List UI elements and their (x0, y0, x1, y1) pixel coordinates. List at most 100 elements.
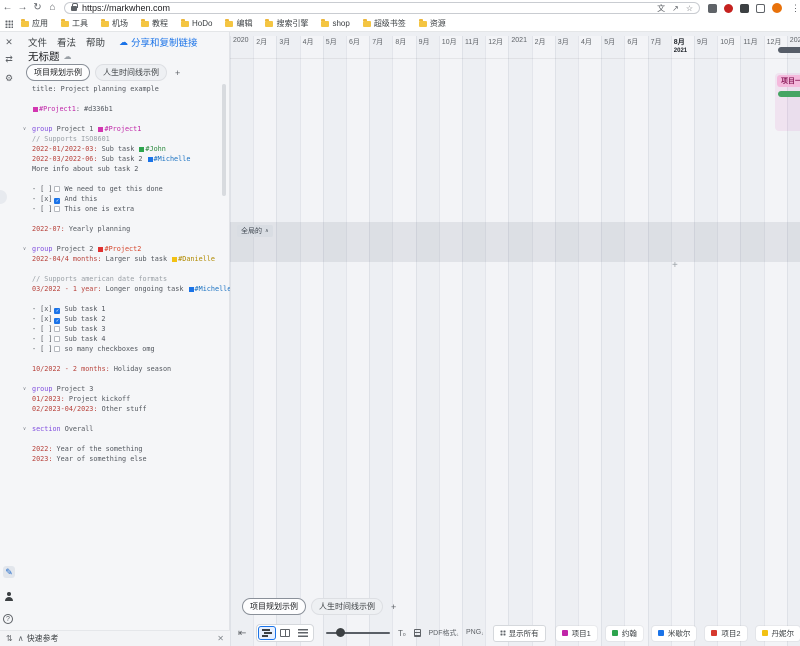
view-calendar-button[interactable] (276, 626, 294, 640)
code-line[interactable]: - [x]✓ Sub task 1 (25, 304, 225, 314)
view-list-button[interactable] (294, 626, 312, 640)
code-line[interactable]: 10/2022 - 2 months: Holiday season (25, 364, 225, 374)
edit-pencil-icon[interactable]: ✎ (3, 566, 15, 578)
extensions-puzzle-icon[interactable] (740, 4, 749, 13)
tab-item[interactable]: 人生时间线示例 (95, 64, 167, 81)
bookmark-item[interactable]: 教程 (141, 18, 168, 29)
panel-handle[interactable] (0, 190, 7, 204)
help-icon[interactable]: ? (3, 614, 13, 624)
code-line[interactable] (25, 214, 225, 224)
code-editor[interactable]: title: Project planning example #Project1… (25, 84, 225, 464)
tab-groups-icon[interactable] (756, 4, 765, 13)
translate-icon[interactable]: 文 (657, 3, 665, 14)
bookmark-star-icon[interactable]: ☆ (686, 4, 693, 13)
code-line[interactable]: - [x]✓ And this (25, 194, 225, 204)
fold-arrow-icon[interactable]: ∨ (23, 384, 26, 394)
legend-item[interactable]: 丹妮尔 (756, 626, 800, 641)
sort-icon[interactable]: ⇅ (6, 634, 13, 643)
bookmark-item[interactable]: HoDo (181, 19, 212, 28)
section-collapse-pill[interactable]: 全局的 ∧ (237, 225, 273, 237)
browser-menu-icon[interactable]: ⋮ (791, 3, 800, 14)
bookmark-item[interactable]: 超级书签 (363, 18, 406, 29)
code-line[interactable]: ∨group Project 1 #Project1 (25, 124, 225, 134)
menu-item-看法[interactable]: 看法 (57, 35, 76, 49)
bookmark-item[interactable]: shop (321, 19, 349, 28)
code-line[interactable]: 2022: Year of the something (25, 444, 225, 454)
view-timeline-button[interactable] (258, 626, 276, 640)
code-line[interactable]: // Supports ISO8601 (25, 134, 225, 144)
code-line[interactable]: title: Project planning example (25, 84, 225, 94)
swap-panels-icon[interactable]: ⇄ (3, 53, 15, 65)
fold-arrow-icon[interactable]: ∨ (23, 244, 26, 254)
fold-arrow-icon[interactable]: ∨ (23, 424, 26, 434)
code-line[interactable]: - [ ] We need to get this done (25, 184, 225, 194)
forward-icon[interactable]: → (15, 0, 30, 16)
code-line[interactable]: - [x]✓ Sub task 2 (25, 314, 225, 324)
legend-item[interactable]: 项目1 (556, 626, 597, 641)
code-line[interactable]: - [ ] This one is extra (25, 204, 225, 214)
tab-item[interactable]: 人生时间线示例 (311, 598, 383, 615)
profile-icon[interactable] (5, 592, 13, 602)
document-title[interactable]: 无标题 (28, 49, 60, 64)
code-line[interactable]: 2022-07: Yearly planning (25, 224, 225, 234)
export-pdf-button[interactable]: PDF格式↓ (428, 628, 459, 638)
code-line[interactable]: 2023: Year of something else (25, 454, 225, 464)
code-line[interactable]: #Project1: #d336b1 (25, 104, 225, 114)
code-line[interactable] (25, 174, 225, 184)
address-bar[interactable]: https://markwhen.com 文 ↗ ☆ (64, 2, 700, 14)
fold-arrow-icon[interactable]: ∨ (23, 124, 26, 134)
code-line[interactable]: - [ ] so many checkboxes omg (25, 344, 225, 354)
slider-knob[interactable] (336, 628, 345, 637)
bookmark-item[interactable]: 编辑 (225, 18, 252, 29)
url-text[interactable]: https://markwhen.com (82, 3, 650, 13)
bookmark-item[interactable]: 搜索引擎 (265, 18, 308, 29)
code-line[interactable]: 2022-01/2022-03: Sub task #John (25, 144, 225, 154)
text-size-icon[interactable]: To (398, 629, 406, 638)
code-line[interactable] (25, 234, 225, 244)
collapse-left-icon[interactable]: ⇤ (238, 628, 246, 639)
code-line[interactable] (25, 264, 225, 274)
code-line[interactable] (25, 414, 225, 424)
rows-icon[interactable] (414, 629, 422, 637)
code-line[interactable]: - [ ] Sub task 4 (25, 334, 225, 344)
export-png-button[interactable]: PNG↓ (466, 629, 484, 637)
profile-avatar[interactable] (772, 3, 782, 13)
share-copy-link-button[interactable]: ☁ 分享和复制链接 (119, 35, 198, 49)
code-line[interactable]: More info about sub task 2 (25, 164, 225, 174)
code-line[interactable]: - [ ] Sub task 3 (25, 324, 225, 334)
bookmark-item[interactable]: 应用 (21, 18, 48, 29)
apps-grid-icon[interactable] (5, 20, 13, 28)
code-line[interactable]: 01/2023: Project kickoff (25, 394, 225, 404)
timeline-panel[interactable]: 20202月3月4月5月6月7月8月9月10月11月12月20212月3月4月5… (230, 32, 800, 646)
back-icon[interactable]: ← (0, 0, 15, 16)
code-line[interactable] (25, 354, 225, 364)
editor-scrollbar[interactable] (222, 84, 226, 196)
code-line[interactable] (25, 94, 225, 104)
code-line[interactable]: // Supports american date formats (25, 274, 225, 284)
code-line[interactable]: ∨section Overall (25, 424, 225, 434)
bookmark-item[interactable]: 资源 (419, 18, 446, 29)
event-bar-subtask-john[interactable] (778, 91, 800, 97)
code-line[interactable] (25, 374, 225, 384)
refresh-icon[interactable]: ↻ (30, 0, 45, 16)
tab-item[interactable]: 项目规划示例 (26, 64, 90, 81)
menu-item-文件[interactable]: 文件 (28, 35, 47, 49)
code-line[interactable]: 2022-03/2022-06: Sub task 2 #Michelle (25, 154, 225, 164)
zoom-slider[interactable] (326, 627, 390, 639)
legend-item[interactable]: 米歇尔 (652, 626, 697, 641)
legend-item[interactable]: 项目2 (705, 626, 746, 641)
group-project1-label[interactable]: 项目一 (777, 75, 800, 87)
tab-item[interactable]: 项目规划示例 (242, 598, 306, 615)
bookmark-item[interactable]: 机场 (101, 18, 128, 29)
share-page-icon[interactable]: ↗ (672, 4, 679, 13)
code-line[interactable]: 03/2022 - 1 year: Longer ongoing task #M… (25, 284, 225, 294)
code-line[interactable] (25, 114, 225, 124)
settings-gear-icon[interactable]: ⚙ (3, 72, 15, 84)
extension-icon[interactable] (708, 4, 717, 13)
close-icon[interactable]: ✕ (217, 634, 224, 643)
add-tab-button[interactable]: + (388, 602, 399, 612)
bookmark-item[interactable]: 工具 (61, 18, 88, 29)
code-line[interactable] (25, 294, 225, 304)
add-tab-button[interactable]: + (172, 68, 183, 78)
legend-item[interactable]: 约翰 (606, 626, 643, 641)
